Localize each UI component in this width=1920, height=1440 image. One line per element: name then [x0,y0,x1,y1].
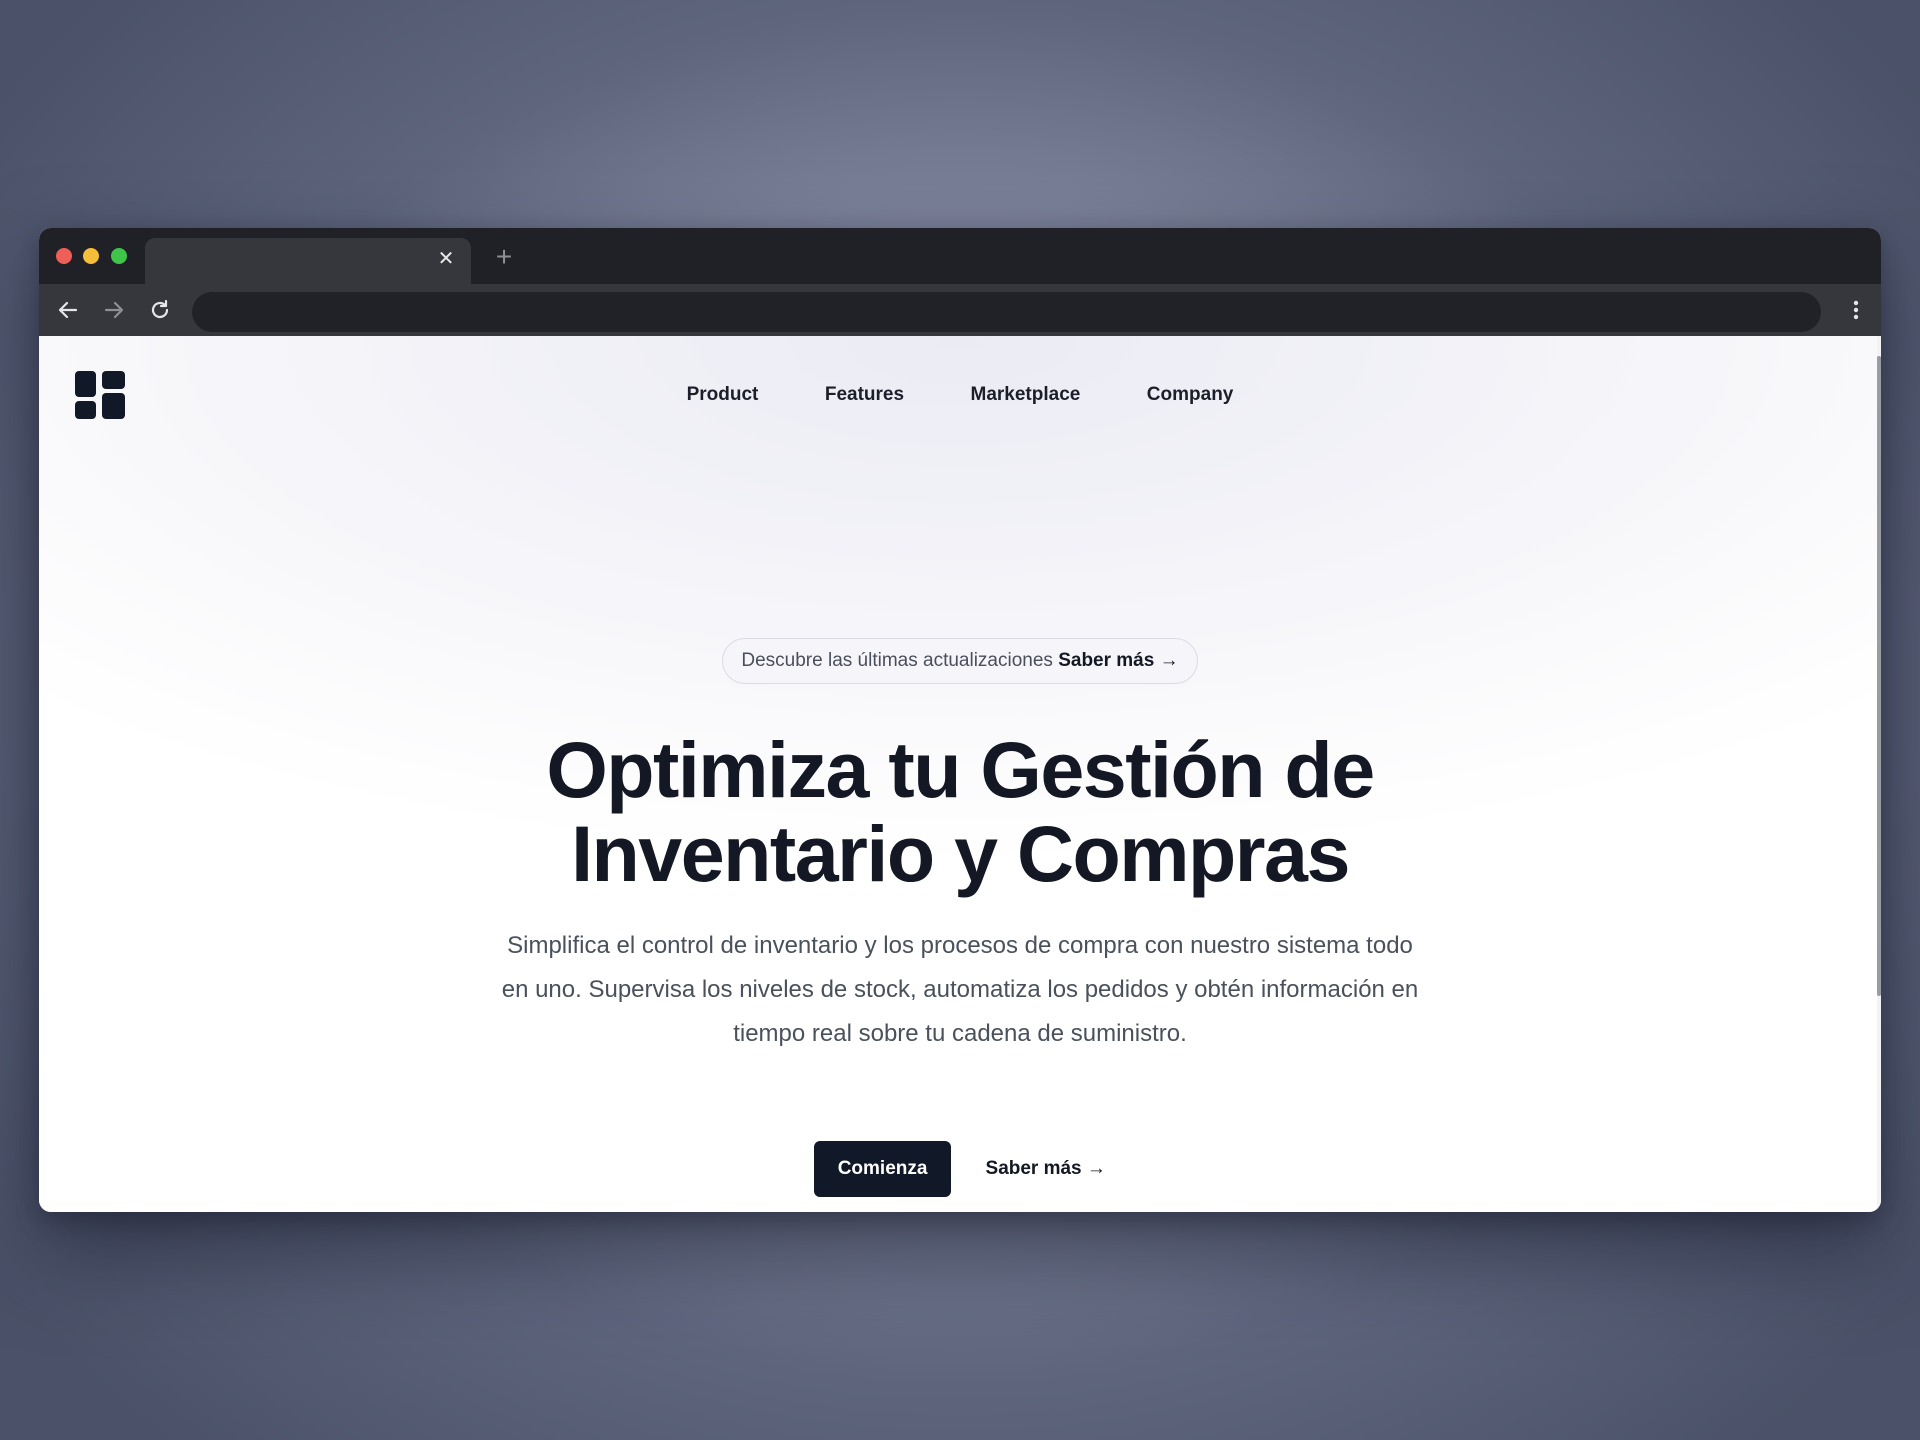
minimize-window-button[interactable] [83,248,99,264]
more-vert-icon[interactable] [1851,297,1861,323]
browser-toolbar [39,284,1881,336]
nav-item-marketplace[interactable]: Marketplace [971,382,1081,408]
hero-cta-group: Comienza Saber más → [39,1141,1881,1197]
browser-window: ✕ + Product Features Marketplace Company… [39,228,1881,1212]
nav-item-features[interactable]: Features [825,382,904,408]
new-tab-icon[interactable]: + [489,242,519,272]
announcement-pill: Descubre las últimas actualizaciones Sab… [722,638,1198,684]
page-viewport: Product Features Marketplace Company Des… [39,336,1881,1212]
tab-bar: ✕ + [39,228,1881,284]
hero-title-line-1: Optimiza tu Gestión de [546,725,1375,814]
main-nav: Product Features Marketplace Company [39,382,1881,408]
hero-title-line-2: Inventario y Compras [571,809,1350,898]
hero-subtitle: Simplifica el control de inventario y lo… [501,932,1419,1047]
maximize-window-button[interactable] [111,248,127,264]
browser-tab[interactable]: ✕ [145,238,471,284]
get-started-button[interactable]: Comienza [814,1141,952,1197]
close-window-button[interactable] [56,248,72,264]
tab-close-icon[interactable]: ✕ [435,248,457,270]
forward-arrow-icon[interactable] [101,297,127,323]
address-bar[interactable] [192,292,1821,332]
announcement-wrap: Descubre las últimas actualizaciones Sab… [39,638,1881,684]
announcement-link[interactable]: Saber más → [1058,650,1178,671]
reload-icon[interactable] [147,297,173,323]
learn-more-link[interactable]: Saber más → [986,1141,1106,1197]
back-arrow-icon[interactable] [55,297,81,323]
nav-item-product[interactable]: Product [687,382,759,408]
hero-title: Optimiza tu Gestión de Inventario y Comp… [39,728,1881,896]
nav-item-company[interactable]: Company [1147,382,1234,408]
announcement-text: Descubre las últimas actualizaciones [741,650,1053,671]
